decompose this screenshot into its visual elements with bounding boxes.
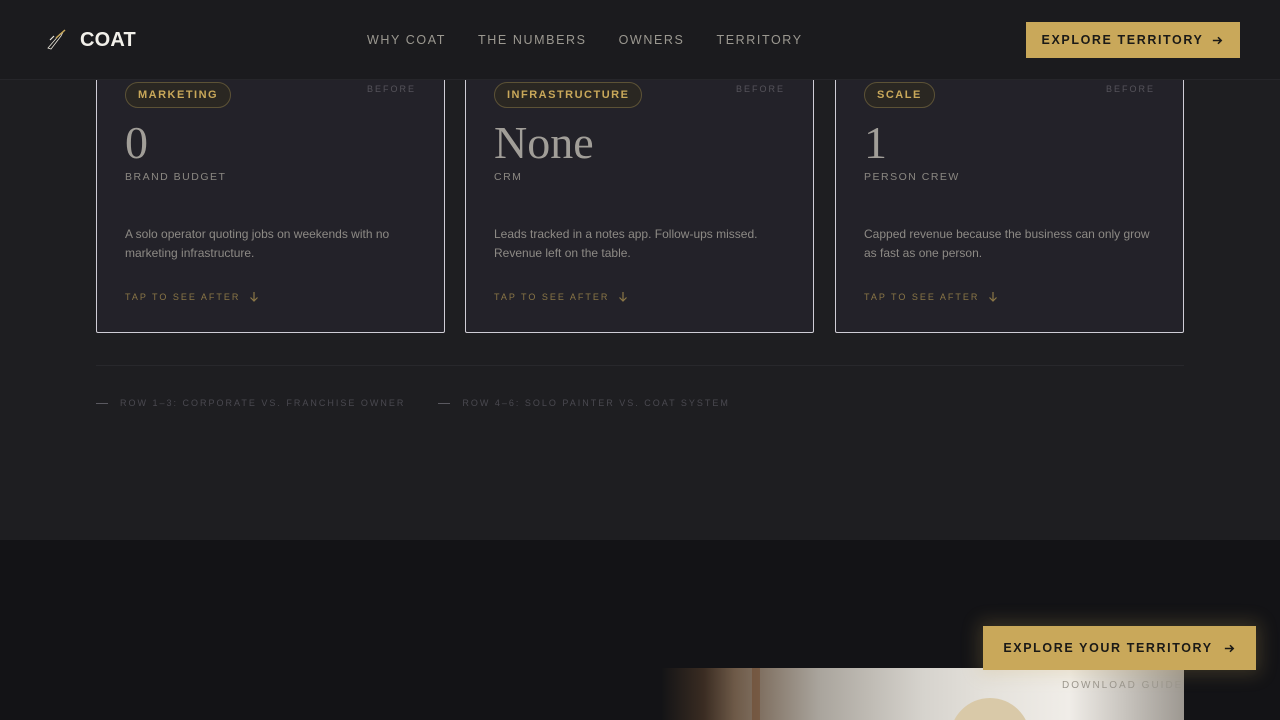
tap-to-see-after[interactable]: TAP TO SEE AFTER [494, 291, 629, 303]
metric-value: 1 [864, 117, 887, 168]
before-card-infrastructure[interactable]: INFRASTRUCTURE BEFORE None CRM Leads tra… [465, 70, 814, 333]
tap-label: TAP TO SEE AFTER [125, 292, 241, 302]
legend-label: ROW 4–6: SOLO PAINTER VS. COAT SYSTEM [462, 398, 730, 408]
legend-dash [96, 402, 108, 404]
download-guide-link[interactable]: DOWNLOAD GUIDE [1062, 680, 1183, 691]
metric-value: None [494, 117, 594, 168]
metric-value: 0 [125, 117, 148, 168]
category-chip: INFRASTRUCTURE [494, 82, 643, 108]
tap-label: TAP TO SEE AFTER [494, 292, 610, 302]
card-description: Capped revenue because the business can … [864, 227, 1150, 260]
nav-why-coat[interactable]: WHY COAT [367, 32, 446, 48]
numbers-section: MARKETING BEFORE 0 BRAND BUDGET A solo o… [0, 70, 1280, 540]
card-description: Leads tracked in a notes app. Follow-ups… [494, 227, 758, 260]
row-legend: ROW 1–3: CORPORATE VS. FRANCHISE OWNER R… [96, 398, 763, 408]
legend-item: ROW 4–6: SOLO PAINTER VS. COAT SYSTEM [438, 398, 730, 408]
before-card-marketing[interactable]: MARKETING BEFORE 0 BRAND BUDGET A solo o… [96, 70, 445, 333]
metric-label: CRM [494, 171, 523, 183]
arrow-down-icon [619, 292, 628, 302]
explore-your-territory-button[interactable]: EXPLORE YOUR TERRITORY [983, 626, 1256, 670]
legend-dash [438, 402, 451, 404]
tap-label: TAP TO SEE AFTER [864, 292, 980, 302]
before-card-scale[interactable]: SCALE BEFORE 1 PERSON CREW Capped revenu… [835, 70, 1184, 333]
metric-label: PERSON CREW [864, 171, 960, 183]
explore-territory-label: EXPLORE TERRITORY [1041, 33, 1204, 47]
before-tag: BEFORE [1105, 84, 1155, 94]
arrow-down-icon [989, 292, 998, 302]
category-chip: SCALE [864, 82, 935, 108]
photo-detail [950, 698, 1030, 720]
arrow-right-icon [1213, 36, 1223, 44]
tap-to-see-after[interactable]: TAP TO SEE AFTER [125, 291, 260, 303]
legend-item: ROW 1–3: CORPORATE VS. FRANCHISE OWNER [96, 398, 405, 408]
tap-to-see-after[interactable]: TAP TO SEE AFTER [864, 291, 999, 303]
nav-owners[interactable]: OWNERS [619, 32, 685, 48]
arrow-down-icon [250, 292, 259, 302]
interior-photo [662, 668, 1184, 720]
category-chip: MARKETING [125, 82, 232, 108]
brand-name: COAT [80, 28, 136, 51]
section-divider [96, 365, 1184, 366]
legend-label: ROW 1–3: CORPORATE VS. FRANCHISE OWNER [120, 398, 406, 408]
metric-label: BRAND BUDGET [125, 171, 227, 183]
brush-stroke-icon [47, 29, 66, 50]
before-tag: BEFORE [366, 84, 416, 94]
nav-the-numbers[interactable]: THE NUMBERS [478, 32, 587, 48]
site-header: COAT WHY COAT THE NUMBERS OWNERS TERRITO… [0, 0, 1280, 80]
explore-territory-button[interactable]: EXPLORE TERRITORY [1026, 22, 1240, 58]
main-nav: WHY COAT THE NUMBERS OWNERS TERRITORY [367, 32, 835, 48]
photo-detail [752, 668, 760, 720]
logo[interactable]: COAT [46, 28, 136, 52]
arrow-right-icon [1224, 644, 1234, 652]
before-tag: BEFORE [735, 84, 785, 94]
card-description: A solo operator quoting jobs on weekends… [125, 227, 390, 260]
nav-territory[interactable]: TERRITORY [716, 32, 802, 48]
explore-your-territory-label: EXPLORE YOUR TERRITORY [1003, 641, 1213, 655]
